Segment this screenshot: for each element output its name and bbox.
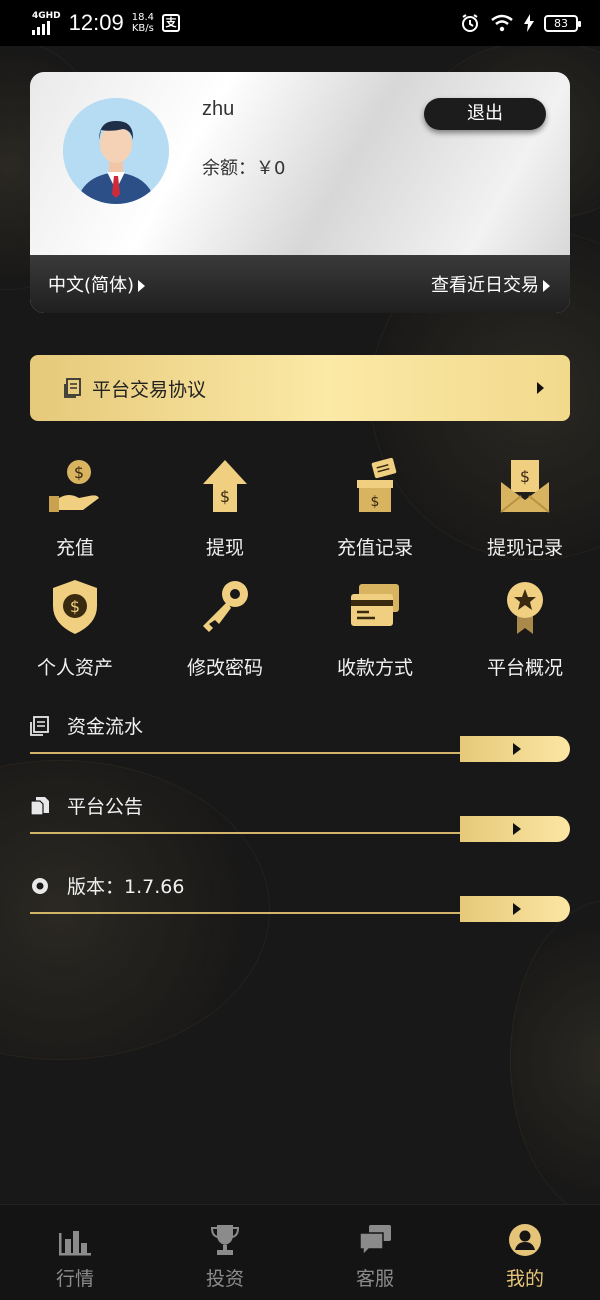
divider — [30, 912, 462, 914]
grid-item-recharge[interactable]: $ 充值 — [0, 456, 150, 560]
fund-flow-arrow-button[interactable] — [460, 736, 570, 762]
caret-right-icon — [138, 280, 146, 292]
svg-text:$: $ — [70, 597, 80, 616]
logout-button[interactable]: 退出 — [424, 98, 546, 130]
market-chart-icon — [59, 1231, 91, 1256]
version-arrow-button[interactable] — [460, 896, 570, 922]
tab-mine[interactable]: 我的 — [450, 1205, 600, 1300]
grid-item-withdraw[interactable]: $ 提现 — [150, 456, 300, 560]
grid-item-platform-overview[interactable]: 平台概况 — [450, 576, 600, 680]
alarm-icon — [462, 14, 478, 32]
recent-transactions-link[interactable]: 查看近日交易 — [431, 271, 550, 297]
bottom-tab-bar: 行情 投资 客服 我的 — [0, 1204, 600, 1300]
document-icon — [64, 378, 81, 398]
tab-invest[interactable]: 投资 — [150, 1205, 300, 1300]
chat-icon — [359, 1225, 391, 1257]
withdraw-icon: $ — [203, 460, 247, 512]
version-icon — [32, 878, 48, 894]
signal-icon — [32, 20, 61, 35]
caret-right-icon — [513, 743, 521, 755]
divider — [30, 752, 462, 754]
grid-item-withdraw-record[interactable]: $ 提现记录 — [450, 456, 600, 560]
user-icon — [509, 1224, 541, 1256]
wifi-icon — [491, 14, 513, 32]
svg-text:$: $ — [74, 463, 84, 482]
caret-right-icon — [513, 823, 521, 835]
notice-arrow-button[interactable] — [460, 816, 570, 842]
key-icon — [203, 581, 248, 632]
svg-text:$: $ — [520, 467, 530, 486]
grid-item-recharge-record[interactable]: $ 充值记录 — [300, 456, 450, 560]
language-selector[interactable]: 中文(简体) — [48, 271, 146, 297]
caret-right-icon — [513, 903, 521, 915]
clock: 12:09 — [68, 10, 124, 35]
caret-right-icon — [537, 382, 544, 394]
list-item-fund-flow[interactable]: 资金流水 — [30, 704, 570, 762]
notice-icon — [30, 797, 49, 816]
grid-item-personal-assets[interactable]: $ 个人资产 — [0, 576, 150, 680]
caret-right-icon — [543, 280, 550, 292]
agreement-label: 平台交易协议 — [92, 378, 207, 401]
badge-icon — [507, 582, 543, 634]
grid-item-change-password[interactable]: 修改密码 — [150, 576, 300, 680]
person-avatar-icon — [63, 98, 169, 204]
tab-market[interactable]: 行情 — [0, 1205, 150, 1300]
recharge-icon: $ — [49, 460, 99, 512]
card-icon — [351, 584, 399, 626]
battery-icon: 83 — [544, 14, 581, 32]
avatar[interactable] — [63, 98, 169, 204]
svg-text:$: $ — [371, 494, 380, 510]
list-item-version[interactable]: 版本：1.7.66 — [30, 864, 570, 922]
svg-text:$: $ — [220, 487, 230, 506]
alipay-notification-icon: 支 — [161, 14, 180, 32]
charging-icon — [524, 14, 534, 32]
trophy-icon — [210, 1225, 240, 1255]
network-type: 4GHD — [32, 10, 61, 21]
username: zhu — [202, 98, 235, 120]
platform-agreement-button[interactable]: 平台交易协议 — [30, 355, 570, 421]
card-footer: 中文(简体) 查看近日交易 — [30, 255, 570, 313]
list-item-platform-notice[interactable]: 平台公告 — [30, 784, 570, 842]
tab-customer-service[interactable]: 客服 — [300, 1205, 450, 1300]
user-card: zhu 余额：￥0 退出 中文(简体) 查看近日交易 — [30, 72, 570, 313]
divider — [30, 832, 462, 834]
grid-item-payment-methods[interactable]: 收款方式 — [300, 576, 450, 680]
assets-shield-icon: $ — [53, 580, 97, 634]
status-bar: 4GHD 12:09 18.4 KB/s 支 83 — [0, 0, 600, 46]
balance: 余额：￥0 — [202, 158, 286, 179]
network-speed: 18.4 KB/s — [131, 12, 154, 34]
withdraw-record-icon: $ — [500, 460, 550, 513]
ledger-icon — [30, 716, 49, 736]
recharge-record-icon: $ — [357, 457, 397, 512]
